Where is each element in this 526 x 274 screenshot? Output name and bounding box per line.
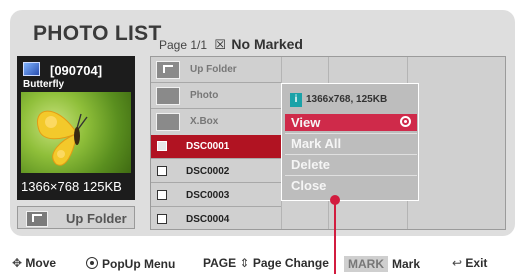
footer-move: ✥ Move [12, 256, 56, 270]
list-item-label: DSC0001 [186, 141, 230, 152]
popup-item-delete[interactable]: Delete [285, 156, 417, 173]
popup-item-label: Mark All [291, 136, 342, 151]
popup-item-view[interactable]: View [285, 114, 417, 131]
popup-separator [285, 133, 417, 134]
preview-dimensions: 1366×768 125KB [21, 179, 122, 194]
popup-item-label: View [291, 115, 321, 130]
list-item-label: Photo [190, 90, 219, 101]
list-item-label: X.Box [190, 116, 219, 127]
list-item-label: DSC0002 [186, 166, 230, 177]
footer-move-label: Move [25, 256, 57, 270]
popup-separator [285, 154, 417, 155]
row-separator [151, 182, 281, 183]
row-separator [151, 158, 281, 159]
folder-up-icon [156, 61, 180, 79]
footer-popup-menu: PopUp Menu [86, 256, 175, 271]
up-folder-label: Up Folder [66, 211, 127, 226]
popup-menu: i 1366x768, 125KB View Mark All Delete Cl… [281, 83, 419, 201]
list-item-label: DSC0004 [186, 214, 230, 225]
list-item-photo[interactable]: Photo [151, 84, 281, 107]
footer-page-key: PAGE [203, 256, 237, 270]
footer-mark: MARK Mark [344, 256, 420, 272]
popup-separator [285, 175, 417, 176]
popup-item-mark-all[interactable]: Mark All [285, 135, 417, 152]
row-separator [151, 82, 281, 83]
photo-list-screen: PHOTO LIST Page 1/1 ☒ No Marked [090704]… [0, 0, 526, 274]
checkbox-icon[interactable] [157, 214, 167, 224]
footer-page-change: PAGE ⇕ Page Change [203, 256, 329, 270]
list-item-xbox[interactable]: X.Box [151, 110, 281, 133]
info-icon: i [290, 93, 302, 107]
row-separator [151, 206, 281, 207]
page-title: PHOTO LIST [33, 22, 162, 45]
preview-name: [090704] [50, 63, 103, 78]
list-item-dsc0003[interactable]: DSC0003 [151, 184, 281, 207]
butterfly-image [37, 110, 88, 166]
row-separator [151, 108, 281, 109]
popup-info: i 1366x768, 125KB [290, 93, 387, 107]
photo-preview: [090704] Butterfly 1366×768 125KB [17, 56, 135, 200]
popup-info-text: 1366x768, 125KB [306, 94, 388, 105]
checkbox-icon[interactable] [157, 166, 167, 176]
list-item-up-folder[interactable]: Up Folder [151, 58, 281, 81]
preview-subtitle: Butterfly [23, 79, 65, 90]
popup-item-close[interactable]: Close [285, 177, 417, 194]
list-item-label: DSC0003 [186, 190, 230, 201]
checkbox-icon: ☒ [214, 37, 227, 52]
preview-thumbnail [21, 92, 131, 173]
up-folder-button[interactable]: Up Folder [17, 206, 135, 229]
page-info: Page 1/1 ☒ No Marked [159, 36, 303, 53]
list-item-label: Up Folder [190, 64, 237, 75]
folder-icon [156, 113, 180, 131]
page-updown-icon: ⇕ [239, 256, 250, 270]
footer-exit: ↩ Exit [452, 256, 487, 270]
select-circle-icon [400, 116, 411, 127]
folder-icon [156, 87, 180, 105]
popup-item-label: Delete [291, 157, 331, 172]
photo-icon [23, 62, 40, 76]
footer-mark-label: Mark [392, 257, 421, 271]
checkbox-icon[interactable] [157, 141, 167, 151]
list-item-dsc0002[interactable]: DSC0002 [151, 160, 281, 183]
list-item-dsc0004[interactable]: DSC0004 [151, 208, 281, 231]
checkbox-icon[interactable] [157, 190, 167, 200]
mark-key-badge: MARK [344, 256, 388, 272]
exit-icon: ↩ [452, 256, 463, 270]
up-folder-icon [26, 211, 48, 227]
footer-popup-label: PopUp Menu [102, 257, 176, 271]
list-item-dsc0001[interactable]: DSC0001 [151, 135, 281, 158]
popup-item-label: Close [291, 178, 327, 193]
ok-button-icon [86, 257, 98, 269]
page-number: Page 1/1 [159, 38, 208, 52]
footer-help-bar: ✥ Move PopUp Menu PAGE ⇕ Page Change MAR… [0, 256, 526, 274]
footer-page-change-label: Page Change [252, 256, 329, 270]
move-arrows-icon: ✥ [12, 256, 23, 270]
marked-status: No Marked [231, 36, 303, 52]
footer-exit-label: Exit [465, 256, 488, 270]
